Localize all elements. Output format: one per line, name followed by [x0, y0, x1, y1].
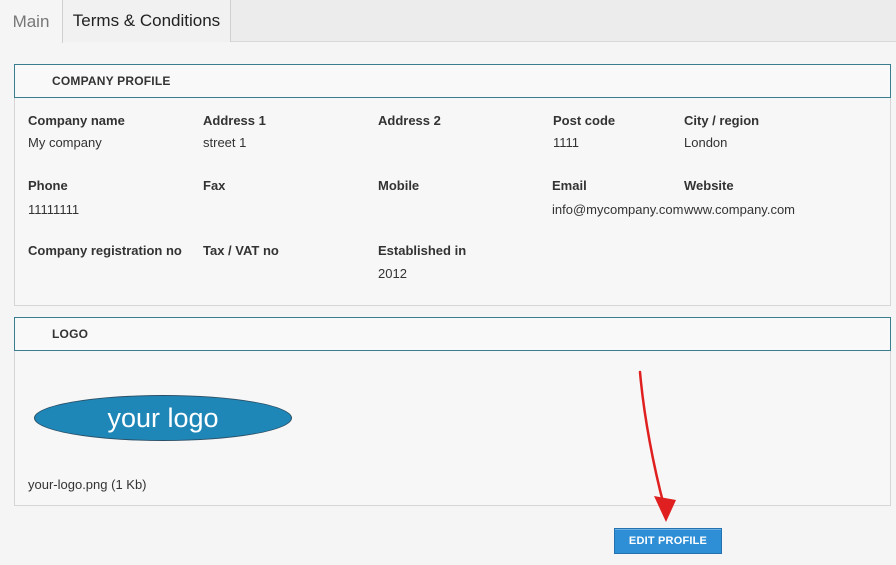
email-label: Email: [552, 178, 587, 193]
city-label: City / region: [684, 113, 760, 128]
company-name-field: Company name My company: [28, 113, 125, 150]
address2-field: Address 2: [378, 113, 441, 135]
address1-field: Address 1 street 1: [203, 113, 266, 150]
phone-field: Phone 11111111: [28, 178, 79, 217]
vat-no-field: Tax / VAT no: [203, 243, 279, 265]
logo-file-info: your-logo.png (1 Kb): [28, 477, 147, 492]
post-code-value: 1111: [553, 135, 580, 150]
fax-label: Fax: [203, 178, 226, 193]
logo-section-header: LOGO: [14, 317, 891, 351]
established-value: 2012: [378, 266, 407, 281]
tab-bar: Main Terms & Conditions: [0, 0, 896, 43]
phone-value: 11111111: [28, 202, 80, 217]
address2-label: Address 2: [378, 113, 441, 128]
city-field: City / region London: [684, 113, 759, 150]
fax-field: Fax: [203, 178, 225, 200]
phone-label: Phone: [28, 178, 68, 193]
page: Main Terms & Conditions COMPANY PROFILE …: [0, 0, 896, 565]
post-code-label: Post code: [553, 113, 616, 128]
email-value: info@mycompany.com: [552, 202, 684, 217]
post-code-field: Post code 1111: [553, 113, 615, 150]
address1-value: street 1: [203, 135, 247, 150]
company-profile-header: COMPANY PROFILE: [14, 64, 891, 98]
mobile-field: Mobile: [378, 178, 419, 200]
logo-text: your logo: [107, 402, 219, 433]
registration-no-label: Company registration no: [28, 243, 182, 258]
annotation-arrow-icon: [638, 370, 676, 522]
edit-profile-button[interactable]: EDIT PROFILE: [614, 528, 722, 554]
company-name-value: My company: [28, 135, 102, 150]
tab-terms-conditions[interactable]: Terms & Conditions: [63, 0, 231, 42]
vat-no-label: Tax / VAT no: [203, 243, 279, 258]
address1-label: Address 1: [203, 113, 266, 128]
website-label: Website: [684, 178, 734, 193]
company-logo-image: your logo: [34, 395, 292, 441]
registration-no-field: Company registration no: [28, 243, 182, 265]
email-field: Email info@mycompany.com: [552, 178, 683, 217]
mobile-label: Mobile: [378, 178, 420, 193]
website-field: Website www.company.com: [684, 178, 795, 217]
tab-main[interactable]: Main: [0, 0, 63, 43]
website-value: www.company.com: [684, 202, 796, 217]
company-name-label: Company name: [28, 113, 125, 128]
established-field: Established in 2012: [378, 243, 466, 281]
established-label: Established in: [378, 243, 467, 258]
city-value: London: [684, 135, 728, 150]
